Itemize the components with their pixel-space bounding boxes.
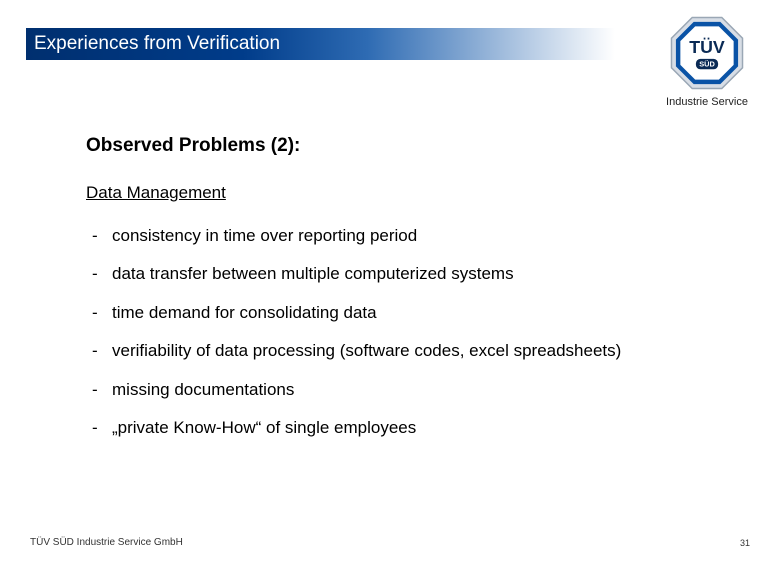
logo-main-text: TÜV — [689, 37, 725, 57]
list-item: time demand for consolidating data — [86, 294, 750, 332]
octagon-svg: TÜV SÜD — [670, 16, 744, 90]
tuv-octagon-icon: TÜV SÜD — [670, 16, 744, 90]
slide: Experiences from Verification TÜV SÜD In… — [0, 0, 780, 570]
section-heading: Observed Problems (2): — [86, 135, 750, 157]
list-item: verifiability of data processing (softwa… — [86, 332, 750, 370]
bullet-list: consistency in time over reporting perio… — [86, 217, 750, 447]
title-bar: Experiences from Verification — [26, 28, 646, 60]
footer-text: TÜV SÜD Industrie Service GmbH — [30, 537, 183, 548]
slide-title: Experiences from Verification — [34, 33, 280, 55]
logo-division: Industrie Service — [666, 96, 748, 108]
list-item: data transfer between multiple computeri… — [86, 255, 750, 293]
list-item: missing documentations — [86, 371, 750, 409]
page-number: 31 — [740, 538, 750, 548]
list-item: „private Know-How“ of single employees — [86, 409, 750, 447]
slide-body: Observed Problems (2): Data Management c… — [86, 135, 750, 447]
section-subheading: Data Management — [86, 183, 750, 203]
list-item: consistency in time over reporting perio… — [86, 217, 750, 255]
tuv-logo: TÜV SÜD Industrie Service — [664, 16, 750, 108]
logo-sub-text: SÜD — [699, 59, 715, 68]
